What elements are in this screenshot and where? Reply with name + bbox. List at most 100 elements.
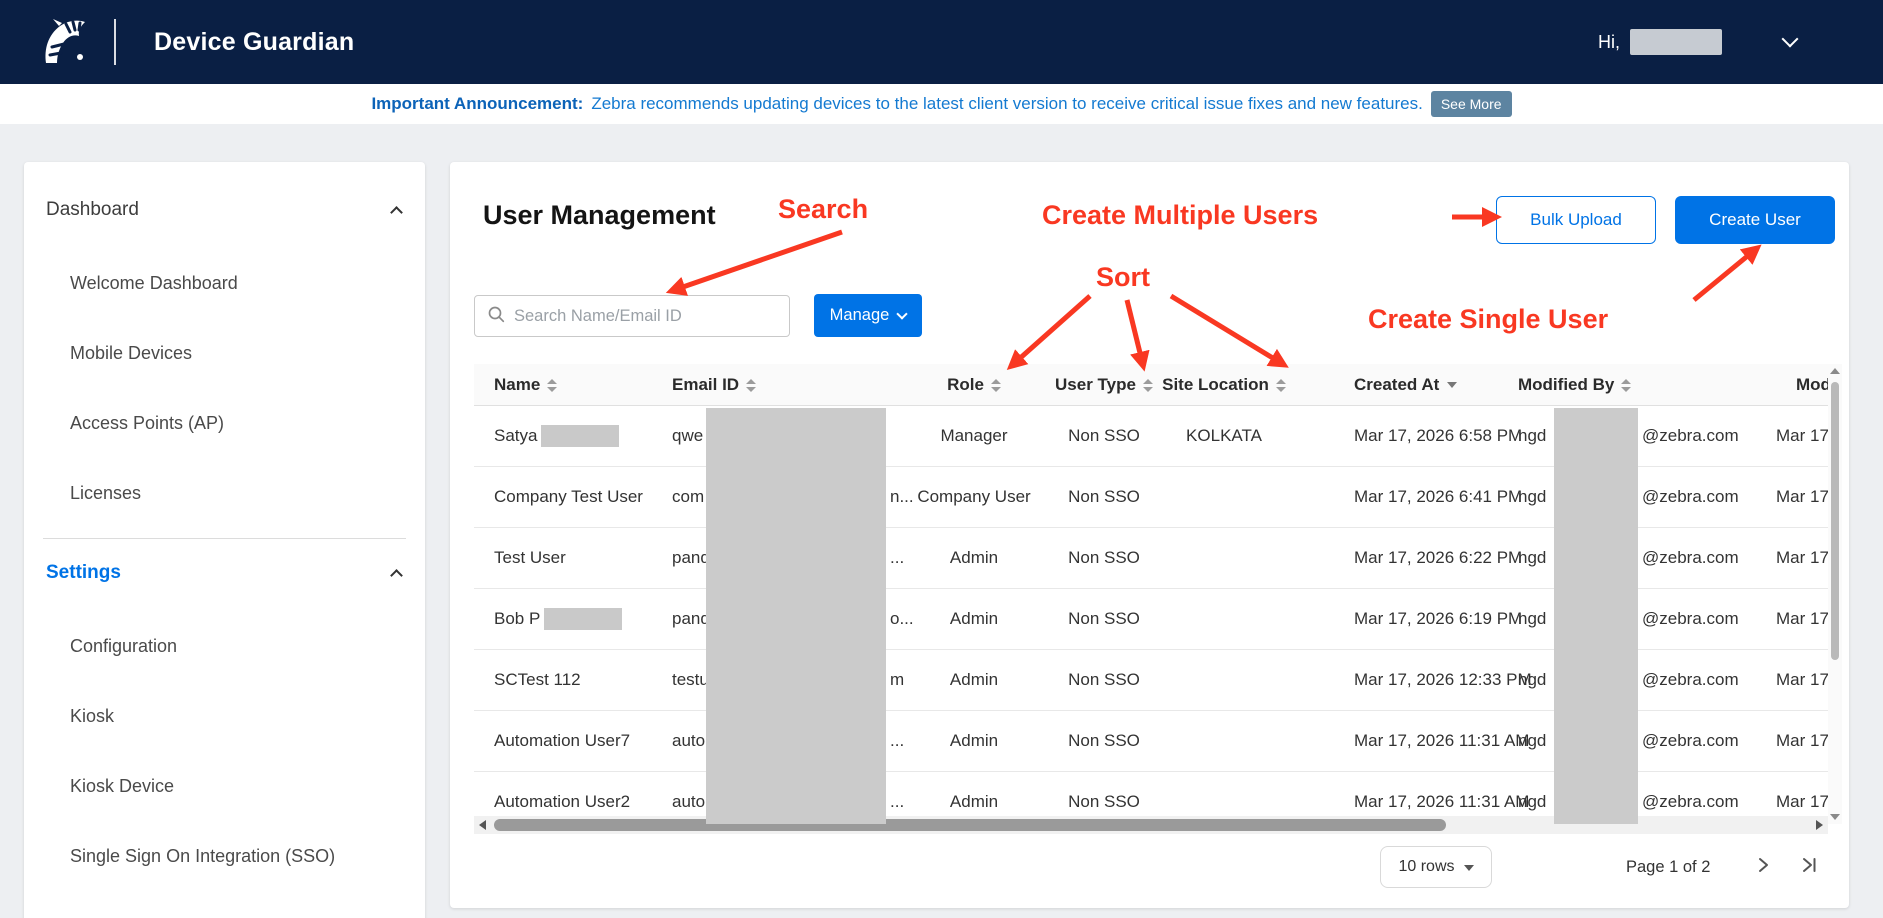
column-label: Site Location — [1162, 375, 1269, 395]
last-page-button[interactable] — [1796, 852, 1822, 878]
sort-desc-icon[interactable] — [1447, 382, 1457, 388]
cell-created-at: Mar 17, 2026 6:58 PM — [1354, 406, 1524, 466]
column-label: Modified By — [1518, 375, 1614, 395]
column-label: Mod — [1796, 375, 1828, 395]
cell-role: Manager — [919, 406, 1029, 466]
sidebar-section-label: Settings — [46, 562, 121, 584]
cell-user-type: Non SSO — [1044, 650, 1164, 710]
cell-created-at: Mar 17, 2026 6:19 PM — [1354, 589, 1524, 649]
sidebar-item-mobile-devices[interactable]: Mobile Devices — [24, 318, 425, 388]
rows-per-page-value: 10 rows — [1398, 858, 1454, 876]
search-box[interactable] — [474, 295, 790, 337]
sidebar-item-access-points[interactable]: Access Points (AP) — [24, 388, 425, 458]
sidebar-item-welcome-dashboard[interactable]: Welcome Dashboard — [24, 248, 425, 318]
vertical-scrollbar-thumb[interactable] — [1831, 382, 1839, 660]
sidebar-section-settings[interactable]: Settings — [24, 547, 425, 599]
cell-name: Test User — [494, 528, 672, 588]
user-table: Name Email ID Role User Type Site Locati… — [474, 364, 1828, 824]
cell-name: Satya — [494, 406, 672, 466]
horizontal-scrollbar-thumb[interactable] — [494, 819, 1446, 831]
next-page-button[interactable] — [1750, 852, 1776, 878]
sort-icon[interactable] — [991, 379, 1001, 392]
collapse-caret-icon[interactable] — [390, 569, 403, 582]
user-greeting: Hi, — [1598, 32, 1620, 53]
cell-site-location — [1159, 711, 1289, 771]
scroll-down-icon[interactable] — [1830, 814, 1840, 820]
page-info: Page 1 of 2 — [1626, 858, 1710, 877]
annotation-search-label: Search — [778, 194, 868, 225]
sort-icon[interactable] — [1621, 379, 1631, 392]
column-header-created-at[interactable]: Created At — [1354, 364, 1457, 406]
search-icon — [487, 305, 505, 328]
sidebar-section-label: Dashboard — [46, 199, 139, 221]
vertical-scrollbar[interactable] — [1828, 364, 1842, 824]
cell-modified-at: Mar 17, 2 — [1776, 467, 1828, 527]
app-title: Device Guardian — [154, 28, 354, 57]
sort-icon[interactable] — [746, 379, 756, 392]
see-more-button[interactable]: See More — [1431, 91, 1512, 117]
chevron-down-icon — [897, 308, 908, 319]
user-menu[interactable]: Hi, — [1598, 29, 1796, 55]
cell-site-location — [1159, 528, 1289, 588]
cell-modified-at: Mar 17, 2 — [1776, 589, 1828, 649]
search-input[interactable] — [514, 307, 789, 326]
cell-role: Admin — [919, 589, 1029, 649]
redaction-block-modified-by-column — [1554, 408, 1638, 824]
cell-site-location — [1159, 650, 1289, 710]
column-label: Role — [947, 375, 984, 395]
cell-name: SCTest 112 — [494, 650, 672, 710]
column-header-role[interactable]: Role — [919, 364, 1029, 406]
cell-modified-at: Mar 17, 2 — [1776, 650, 1828, 710]
navbar-divider — [114, 19, 116, 65]
column-label: User Type — [1055, 375, 1136, 395]
cell-user-type: Non SSO — [1044, 589, 1164, 649]
column-header-modified-at-clipped[interactable]: Mod — [1796, 364, 1828, 406]
sidebar-section-dashboard[interactable]: Dashboard — [24, 184, 425, 236]
column-header-user-type[interactable]: User Type — [1044, 364, 1164, 406]
sidebar-item-sso[interactable]: Single Sign On Integration (SSO) — [24, 821, 425, 891]
manage-button[interactable]: Manage — [814, 294, 922, 337]
sidebar-item-licenses[interactable]: Licenses — [24, 458, 425, 528]
bulk-upload-button[interactable]: Bulk Upload — [1496, 196, 1656, 244]
column-label: Email ID — [672, 375, 739, 395]
manage-button-label: Manage — [830, 306, 890, 325]
cell-created-at: Mar 17, 2026 6:41 PM — [1354, 467, 1524, 527]
redaction-block-email-column — [706, 408, 886, 824]
cell-name: Bob P — [494, 589, 672, 649]
column-header-site-location[interactable]: Site Location — [1159, 364, 1289, 406]
rows-per-page-select[interactable]: 10 rows — [1380, 846, 1492, 888]
redaction-block — [541, 425, 619, 447]
column-header-modified-by[interactable]: Modified By — [1518, 364, 1631, 406]
column-label: Created At — [1354, 375, 1439, 395]
create-user-button[interactable]: Create User — [1675, 196, 1835, 244]
sort-icon[interactable] — [547, 379, 557, 392]
column-header-email[interactable]: Email ID — [672, 364, 756, 406]
chevron-down-icon[interactable] — [1782, 31, 1799, 48]
sidebar-item-kiosk-device[interactable]: Kiosk Device — [24, 751, 425, 821]
sort-icon[interactable] — [1276, 379, 1286, 392]
collapse-caret-icon[interactable] — [390, 206, 403, 219]
sidebar: Dashboard Welcome Dashboard Mobile Devic… — [24, 162, 425, 918]
cell-role: Admin — [919, 711, 1029, 771]
scroll-right-icon[interactable] — [1816, 820, 1823, 830]
cell-site-location — [1159, 589, 1289, 649]
annotation-sort-label: Sort — [1096, 262, 1150, 293]
caret-down-icon — [1464, 865, 1474, 871]
annotation-create-single-label: Create Single User — [1368, 304, 1608, 335]
sort-icon[interactable] — [1143, 379, 1153, 392]
cell-user-type: Non SSO — [1044, 711, 1164, 771]
redaction-block — [544, 608, 622, 630]
column-header-name[interactable]: Name — [494, 364, 557, 406]
zebra-logo-icon[interactable] — [36, 13, 90, 72]
scroll-up-icon[interactable] — [1830, 368, 1840, 374]
scroll-left-icon[interactable] — [479, 820, 486, 830]
sidebar-item-configuration[interactable]: Configuration — [24, 611, 425, 681]
cell-role: Admin — [919, 528, 1029, 588]
sidebar-item-kiosk[interactable]: Kiosk — [24, 681, 425, 751]
cell-modified-at: Mar 17, 2 — [1776, 528, 1828, 588]
cell-role: Admin — [919, 650, 1029, 710]
table-header: Name Email ID Role User Type Site Locati… — [474, 364, 1828, 406]
column-label: Name — [494, 375, 540, 395]
cell-modified-at: Mar 17, 2 — [1776, 406, 1828, 466]
sidebar-divider — [43, 538, 406, 539]
